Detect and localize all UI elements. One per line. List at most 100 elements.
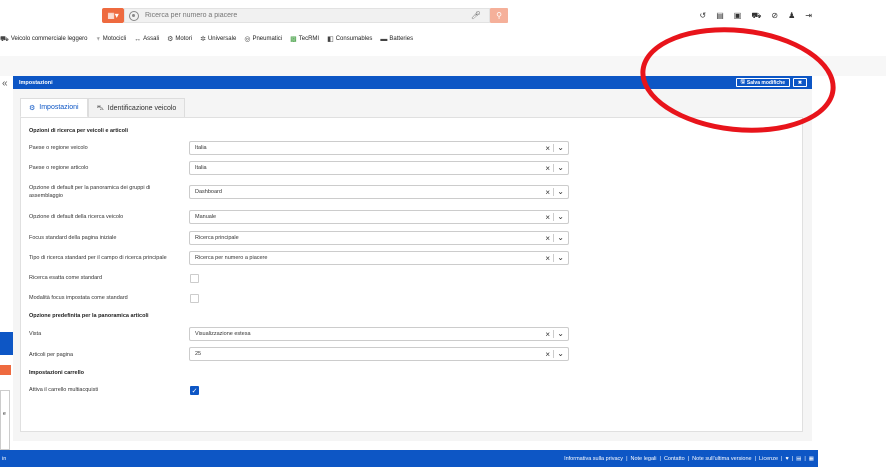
category-label: TecRMI — [298, 36, 320, 42]
history-icon[interactable]: ↺ — [700, 11, 707, 21]
footer-link-contatto[interactable]: Contatto — [664, 456, 685, 462]
select-articoli-pagina[interactable]: 25 × ⌄ — [189, 347, 569, 361]
heart-icon[interactable]: ♥ — [785, 456, 788, 462]
left-widget-panel[interactable]: e — [0, 390, 10, 450]
footer-link-note-versione[interactable]: Note sull'ultima versione — [692, 456, 751, 462]
category-consumables[interactable]: ◧ Consumables — [327, 35, 372, 43]
label-panoramica: Opzione di default per la panoramica dei… — [29, 185, 151, 199]
footer-separator: | — [659, 455, 661, 462]
category-pneumatici[interactable]: ◎ Pneumatici — [244, 35, 282, 43]
checkbox-multiacquisti[interactable]: ✓ — [190, 386, 199, 395]
top-icon-bar: ↺ ▤ ▣ ⛟ ⊘ ♟ ⇥ — [700, 11, 812, 21]
logout-icon[interactable]: ⇥ — [805, 11, 812, 21]
checkbox-ricerca-esatta[interactable] — [190, 274, 199, 283]
label-tipo-ricerca: Tipo di ricerca standard per il campo di… — [29, 255, 167, 261]
left-widget-orange[interactable] — [0, 365, 11, 375]
section-title-search: Opzioni di ricerca per veicoli e articol… — [29, 128, 129, 134]
document-icon[interactable]: ▤ — [716, 11, 724, 21]
category-label: Pneumatici — [252, 36, 283, 42]
gear-icon: ✲ — [200, 36, 206, 43]
search-bar: 🎤︎ — [124, 8, 490, 23]
chevron-down-icon[interactable]: ⌄ — [557, 253, 564, 262]
cart-icon[interactable]: ⛟ — [751, 11, 761, 21]
clear-icon[interactable]: × — [545, 164, 550, 173]
select-ricerca-veicolo[interactable]: Manuale × ⌄ — [189, 210, 569, 224]
category-tecrmi[interactable]: ▩ TecRMI — [290, 35, 319, 43]
search-input[interactable] — [145, 12, 465, 19]
section-title-cart: Impostazioni carrello — [29, 370, 85, 376]
chevron-down-icon[interactable]: ⌄ — [557, 212, 564, 221]
no-cart-icon[interactable]: ⊘ — [771, 11, 778, 21]
panel-title: Impostazioni — [19, 79, 53, 86]
select-tipo-ricerca[interactable]: Ricerca per numero a piacere × ⌄ — [189, 251, 569, 265]
monitor-icon[interactable]: ▣ — [734, 11, 742, 21]
axle-icon: ↔ — [134, 35, 142, 43]
engine-icon: ⚙ — [167, 36, 174, 43]
chevron-down-icon[interactable]: ⌄ — [557, 329, 564, 338]
grid-icon: ▦▾ — [107, 11, 119, 20]
chevron-down-icon[interactable]: ⌄ — [557, 163, 564, 172]
label-articoli-pagina: Articoli per pagina — [29, 352, 74, 358]
category-universale[interactable]: ✲ Universale — [200, 35, 236, 43]
section-title-overview: Opzione predefinita per la panoramica ar… — [29, 313, 149, 319]
category-motori[interactable]: ⚙ Motori — [167, 35, 192, 43]
search-mode-icon[interactable] — [129, 10, 139, 21]
select-vista[interactable]: Visualizzazione estesa × ⌄ — [189, 327, 569, 341]
left-widget-blue[interactable] — [0, 332, 13, 355]
footer-separator: | — [687, 455, 690, 462]
clear-icon[interactable]: × — [545, 144, 550, 153]
chevron-down-icon[interactable]: ⌄ — [557, 187, 564, 196]
chevron-down-icon[interactable]: ⌄ — [557, 143, 564, 152]
grid-menu-button[interactable]: ▦▾ — [102, 8, 124, 23]
category-label: Consumables — [335, 36, 373, 42]
top-bar: ▦▾ 🎤︎ ⚲ ↺ ▤ ▣ ⛟ ⊘ ♟ ⇥ — [0, 0, 886, 30]
category-motocicli[interactable]: ♆ Motocicli — [96, 36, 127, 43]
footer-link-licenze[interactable]: Licenze — [759, 456, 778, 462]
search-button[interactable]: ⚲ — [490, 8, 508, 23]
select-paese-articolo[interactable]: Italia × ⌄ — [189, 161, 569, 175]
category-label: Universale — [207, 36, 237, 42]
tab-identificazione-veicolo[interactable]: ⛍ Identificazione veicolo — [87, 98, 186, 118]
category-label: Batteries — [389, 36, 414, 42]
clear-icon[interactable]: × — [545, 213, 550, 222]
tab-impostazioni[interactable]: ⚙ Impostazioni — [20, 98, 88, 118]
clear-icon[interactable]: × — [545, 234, 550, 243]
select-value: Italia — [195, 145, 207, 151]
select-paese-veicolo[interactable]: Italia × ⌄ — [189, 141, 569, 155]
select-divider — [553, 330, 554, 338]
microphone-icon[interactable]: 🎤︎ — [471, 11, 481, 20]
clear-icon[interactable]: × — [545, 254, 550, 263]
footer-link-privacy[interactable]: Informativa sulla privacy — [564, 456, 623, 462]
footer-separator: | — [804, 455, 806, 462]
select-focus[interactable]: Ricerca principale × ⌄ — [189, 231, 569, 245]
category-label: Veicolo commerciale leggero — [10, 36, 88, 42]
left-widget-text: e — [3, 411, 6, 417]
tire-icon: ◎ — [244, 36, 251, 43]
category-bar: ⛟ Veicolo commerciale leggero ♆ Motocicli … — [0, 33, 413, 45]
tab-label: Identificazione veicolo — [107, 105, 177, 112]
select-panoramica[interactable]: Dashboard × ⌄ — [189, 185, 569, 199]
clear-icon[interactable]: × — [545, 350, 550, 359]
chat-icon[interactable]: ▤ — [796, 456, 801, 462]
clear-icon[interactable]: × — [545, 330, 550, 339]
checkbox-modalita-focus[interactable] — [190, 294, 199, 303]
chevron-down-icon[interactable]: ⌄ — [557, 349, 564, 358]
user-icon[interactable]: ♟ — [788, 11, 795, 21]
label-focus: Focus standard della pagina iniziale — [29, 235, 117, 241]
footer-link-note-legali[interactable]: Note legali — [631, 456, 657, 462]
collapse-sidebar-icon[interactable]: « — [2, 78, 8, 89]
category-veicolo-commerciale[interactable]: ⛟ Veicolo commerciale leggero — [0, 35, 88, 44]
category-assali[interactable]: ↔ Assali — [134, 36, 159, 43]
chevron-down-icon[interactable]: ⌄ — [557, 233, 564, 242]
select-divider — [553, 350, 554, 358]
category-batteries[interactable]: ▬ Batteries — [380, 36, 413, 43]
select-divider — [553, 234, 554, 242]
select-divider — [553, 144, 554, 152]
clear-icon[interactable]: × — [545, 188, 550, 197]
battery-icon: ▬ — [380, 35, 388, 43]
select-value: 25 — [195, 351, 202, 357]
settings-icon[interactable]: ▦ — [809, 456, 814, 462]
footer-separator: | — [754, 455, 757, 462]
select-divider — [553, 213, 554, 221]
label-multiacquisti: Attiva il carrello multiacquisti — [29, 387, 99, 393]
